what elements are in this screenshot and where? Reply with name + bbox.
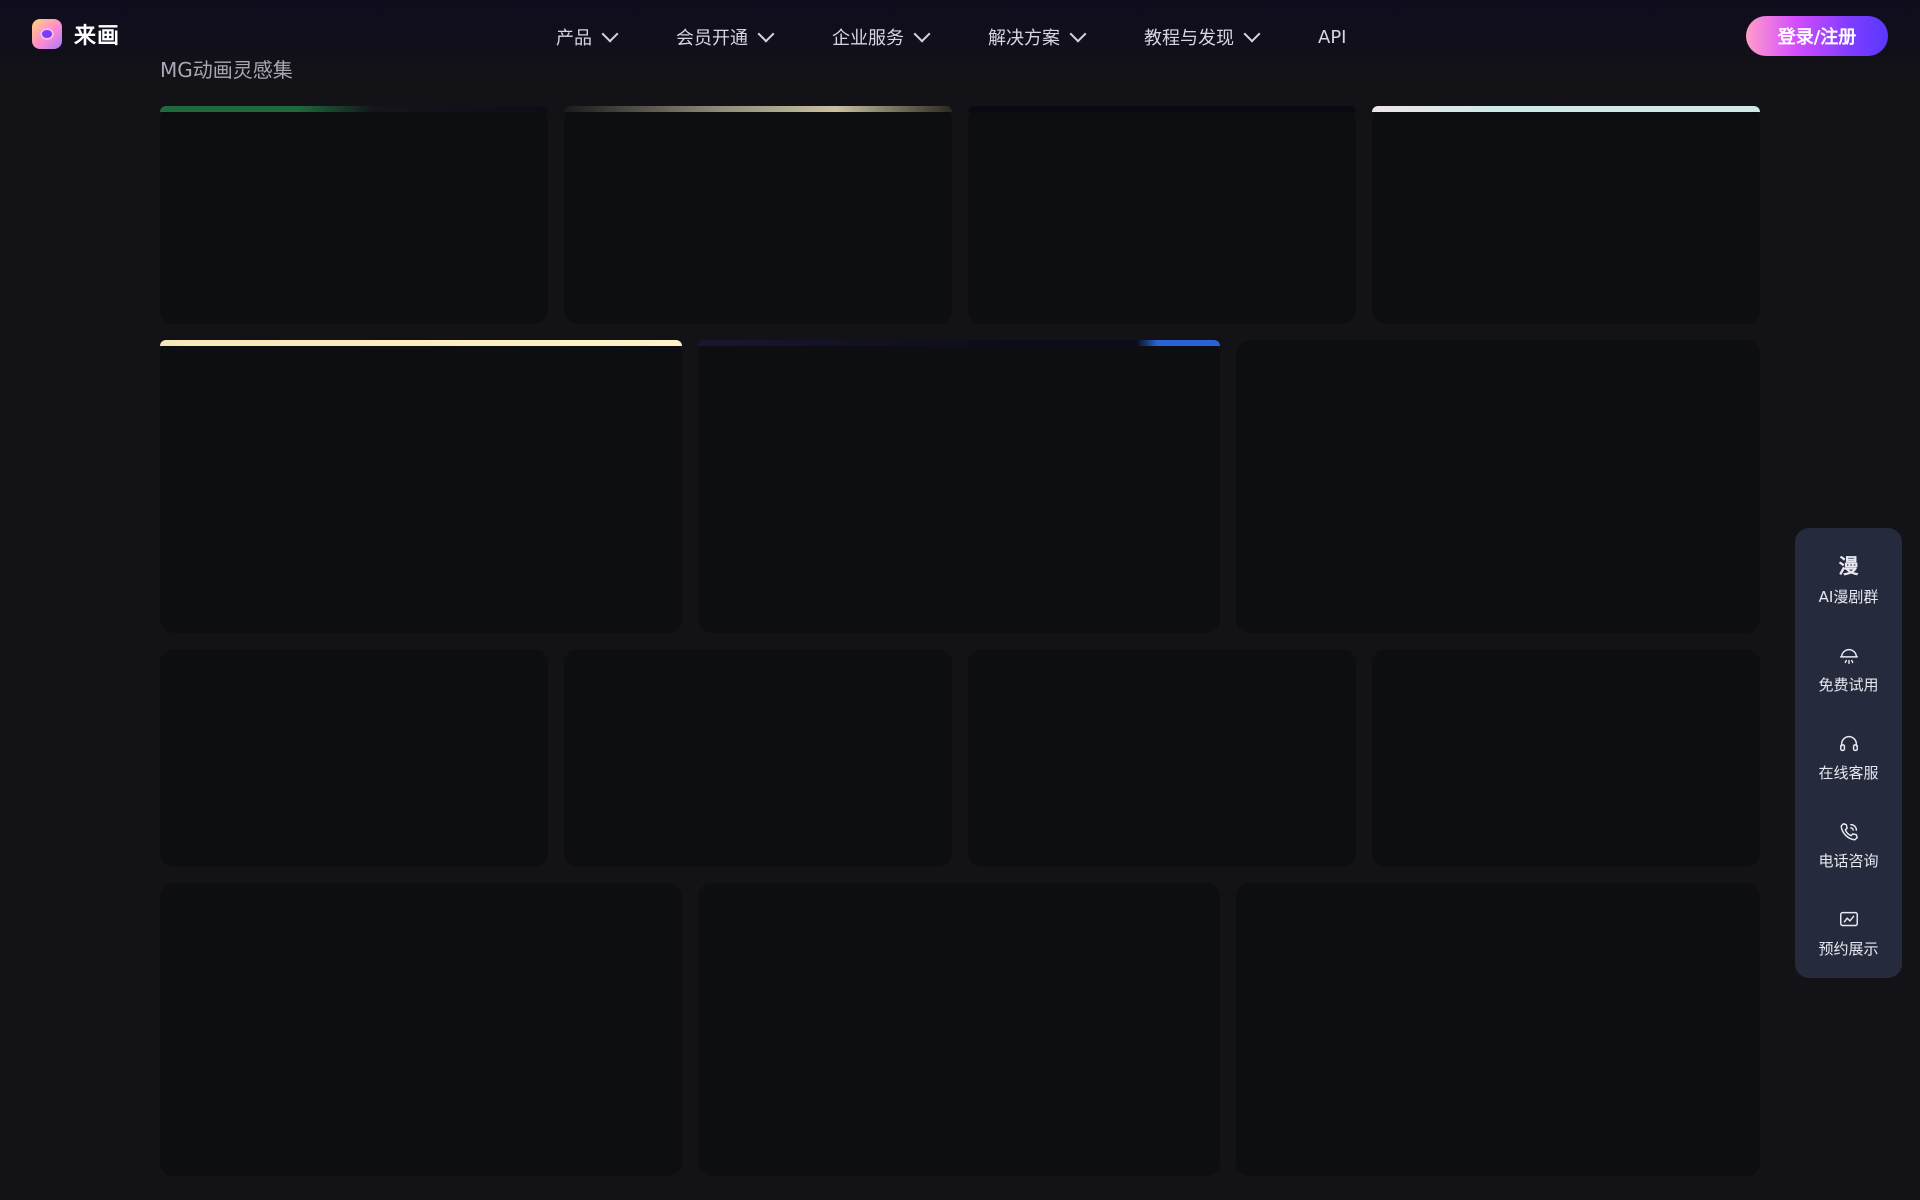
card-thumbnail-edge	[564, 106, 952, 112]
nav-item-solutions[interactable]: 解决方案	[988, 24, 1087, 50]
gallery-card[interactable]	[160, 106, 548, 324]
gallery-card[interactable]	[968, 106, 1356, 324]
float-item-book-demo[interactable]: 预约展示	[1795, 906, 1902, 959]
float-item-ai-comic-group[interactable]: 漫 AI漫剧群	[1795, 554, 1902, 607]
gallery-card[interactable]	[1372, 649, 1760, 867]
lamp-icon	[1795, 642, 1902, 666]
gallery-card[interactable]	[698, 340, 1220, 633]
logo[interactable]: 来画	[32, 18, 120, 50]
float-item-label: AI漫剧群	[1818, 588, 1879, 606]
chevron-down-icon	[913, 25, 931, 43]
gallery-card[interactable]	[160, 340, 682, 633]
float-item-label: 预约展示	[1818, 940, 1879, 958]
logo-text: 来画	[74, 24, 121, 49]
nav-label: 解决方案	[988, 28, 1060, 49]
nav-label: 会员开通	[676, 28, 748, 49]
floating-service-panel: 漫 AI漫剧群 免费试用 在线客服 电话咨询 预约展示	[1795, 528, 1902, 978]
gallery-card[interactable]	[1236, 340, 1760, 633]
chevron-down-icon	[1243, 25, 1261, 43]
float-item-label: 电话咨询	[1818, 852, 1879, 870]
gallery-card[interactable]	[1372, 106, 1760, 324]
comic-icon: 漫	[1838, 554, 1859, 578]
gallery-card[interactable]	[564, 649, 952, 867]
chart-screen-icon	[1795, 906, 1902, 930]
float-item-label: 免费试用	[1818, 676, 1879, 694]
gallery-card[interactable]	[1236, 883, 1760, 1176]
gallery-card[interactable]	[160, 883, 682, 1176]
main-nav: 产品 会员开通 企业服务 解决方案 教程与发现 API	[556, 24, 1346, 50]
float-item-online-service[interactable]: 在线客服	[1795, 730, 1902, 783]
headset-icon	[1795, 730, 1902, 754]
chevron-down-icon	[757, 25, 775, 43]
card-thumbnail-edge	[698, 340, 1220, 346]
card-thumbnail-edge	[1372, 106, 1760, 112]
nav-item-tutorials[interactable]: 教程与发现	[1144, 24, 1261, 50]
gallery-card[interactable]	[698, 883, 1220, 1176]
nav-label: 企业服务	[832, 28, 904, 49]
gallery-card[interactable]	[968, 649, 1356, 867]
float-item-label: 在线客服	[1818, 764, 1879, 782]
section-title: MG动画灵感集	[160, 58, 293, 82]
nav-label: 产品	[556, 28, 592, 49]
card-thumbnail-edge	[160, 106, 548, 112]
nav-item-membership[interactable]: 会员开通	[676, 24, 775, 50]
nav-item-products[interactable]: 产品	[556, 24, 619, 50]
login-register-button[interactable]: 登录/注册	[1746, 16, 1888, 56]
gallery-card[interactable]	[564, 106, 952, 324]
float-item-phone-consult[interactable]: 电话咨询	[1795, 818, 1902, 871]
card-thumbnail-edge	[968, 106, 1356, 112]
card-thumbnail-edge	[160, 340, 682, 346]
chevron-down-icon	[1069, 25, 1087, 43]
nav-item-enterprise[interactable]: 企业服务	[832, 24, 931, 50]
gallery-card[interactable]	[160, 649, 548, 867]
chevron-down-icon	[601, 25, 619, 43]
phone-icon	[1795, 818, 1902, 842]
page: 来画 产品 会员开通 企业服务 解决方案 教程与发现 API 登录/注册 MG动…	[0, 0, 1920, 1200]
nav-label: 教程与发现	[1144, 28, 1234, 49]
logo-icon	[32, 19, 62, 49]
nav-item-api[interactable]: API	[1318, 27, 1346, 48]
float-item-free-trial[interactable]: 免费试用	[1795, 642, 1902, 695]
